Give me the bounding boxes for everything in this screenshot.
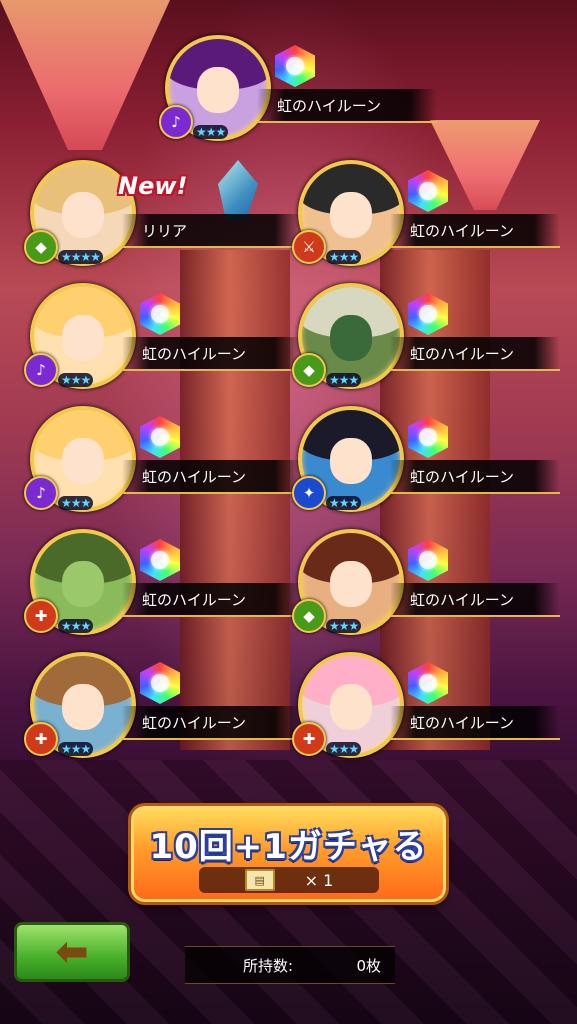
rarity-stars: ★★★	[58, 373, 94, 387]
back-button[interactable]: ⬅	[14, 922, 130, 982]
owned-label: 所持数:	[243, 956, 294, 975]
ceiling-lamp-left	[0, 0, 170, 150]
card-name: 虹のハイルーン	[122, 583, 302, 617]
rainbow-rune-icon	[408, 416, 448, 458]
type-badge-icon: ⚔	[292, 230, 326, 264]
result-card[interactable]: ♪ ★★★ 虹のハイルーン	[24, 283, 302, 403]
type-badge-icon: ✚	[24, 599, 58, 633]
card-name: 虹のハイルーン	[390, 460, 560, 494]
owned-value: 0枚	[356, 956, 381, 975]
type-badge-icon: ✦	[292, 476, 326, 510]
result-card[interactable]: ✦ ★★★ 虹のハイルーン	[292, 406, 560, 526]
owned-count-panel: 所持数: 0枚	[185, 946, 395, 984]
rainbow-rune-icon	[408, 293, 448, 335]
card-name: リリア	[122, 214, 302, 248]
rainbow-rune-icon	[408, 662, 448, 704]
result-card[interactable]: ✚ ★★★ 虹のハイルーン	[24, 652, 302, 772]
face	[330, 561, 372, 607]
card-name: 虹のハイルーン	[122, 460, 302, 494]
card-name: 虹のハイルーン	[390, 706, 560, 740]
type-badge-icon: ♪	[24, 353, 58, 387]
new-badge: New!	[118, 172, 188, 200]
rainbow-rune-icon	[140, 662, 180, 704]
rainbow-rune-icon	[140, 416, 180, 458]
face	[62, 315, 104, 361]
result-card[interactable]: ⚔ ★★★ 虹のハイルーン	[292, 160, 560, 280]
ticket-count: × 1	[304, 870, 334, 890]
card-name: 虹のハイルーン	[390, 337, 560, 371]
type-badge-icon: ✚	[292, 722, 326, 756]
type-badge-icon: ♪	[24, 476, 58, 510]
gacha-10-plus-1-button[interactable]: 10回+1ガチャる ▤ × 1	[131, 806, 446, 902]
face	[330, 192, 372, 238]
rainbow-rune-icon	[408, 539, 448, 581]
left-arrow-icon: ⬅	[55, 929, 89, 975]
rainbow-rune-icon	[275, 45, 315, 87]
rarity-stars: ★★★	[326, 496, 362, 510]
type-badge-icon: ♪	[159, 105, 193, 139]
result-card[interactable]: ♪ ★★★ 虹のハイルーン	[159, 35, 437, 155]
rarity-stars: ★★★	[58, 496, 94, 510]
rarity-stars: ★★★	[58, 742, 94, 756]
result-card[interactable]: ✚ ★★★ 虹のハイルーン	[292, 652, 560, 772]
type-badge-icon: ◆	[292, 599, 326, 633]
face	[62, 684, 104, 730]
card-name: 虹のハイルーン	[390, 214, 560, 248]
result-card[interactable]: ♪ ★★★ 虹のハイルーン	[24, 406, 302, 526]
gacha-button-label: 10回+1ガチャる	[149, 827, 428, 867]
rarity-stars: ★★★	[193, 125, 229, 139]
rainbow-rune-icon	[140, 539, 180, 581]
ticket-icon: ▤	[244, 869, 275, 891]
card-name: 虹のハイルーン	[122, 337, 302, 371]
face	[197, 67, 239, 113]
face	[62, 561, 104, 607]
card-name: 虹のハイルーン	[122, 706, 302, 740]
card-name: 虹のハイルーン	[390, 583, 560, 617]
rarity-stars: ★★★	[326, 742, 362, 756]
ticket-cost: ▤ × 1	[199, 867, 379, 893]
type-badge-icon: ✚	[24, 722, 58, 756]
result-card[interactable]: ✚ ★★★ 虹のハイルーン	[24, 529, 302, 649]
rarity-stars: ★★★	[326, 619, 362, 633]
type-badge-icon: ◆	[292, 353, 326, 387]
rarity-stars: ★★★★	[58, 250, 104, 264]
rarity-stars: ★★★	[326, 373, 362, 387]
face	[62, 438, 104, 484]
rainbow-rune-icon	[140, 293, 180, 335]
rainbow-rune-icon	[408, 170, 448, 212]
result-card[interactable]: ◆ ★★★ 虹のハイルーン	[292, 529, 560, 649]
rarity-stars: ★★★	[326, 250, 362, 264]
face	[330, 315, 372, 361]
card-name: 虹のハイルーン	[257, 89, 437, 123]
face	[330, 684, 372, 730]
type-badge-icon: ◆	[24, 230, 58, 264]
face	[330, 438, 372, 484]
face	[62, 192, 104, 238]
result-card[interactable]: ◆ ★★★ 虹のハイルーン	[292, 283, 560, 403]
rarity-stars: ★★★	[58, 619, 94, 633]
